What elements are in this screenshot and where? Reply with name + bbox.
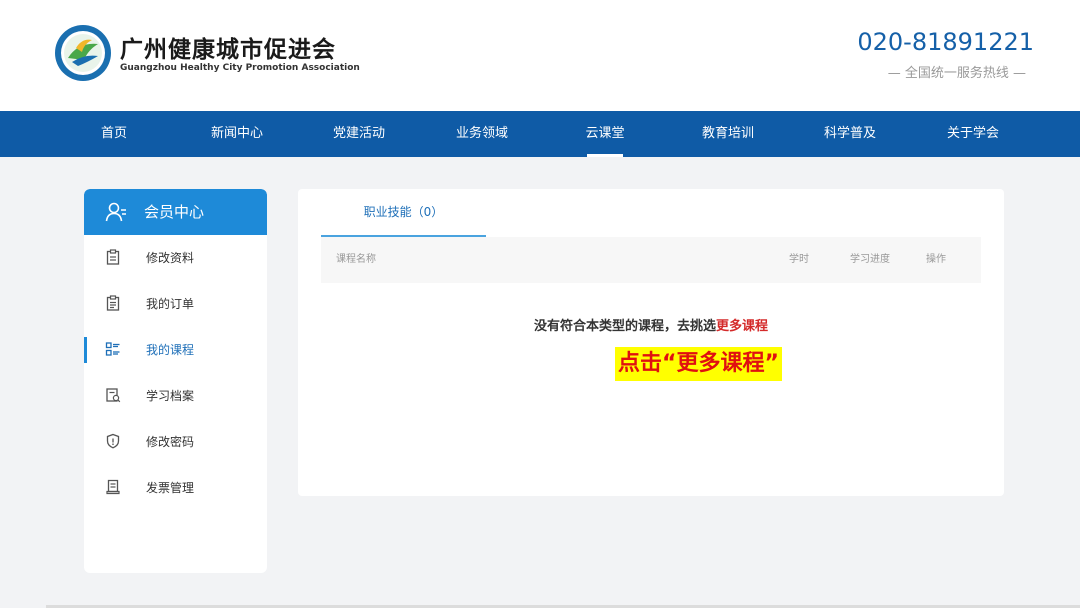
org-name: 广州健康城市促进会 [120, 37, 336, 63]
sidebar-item-change-password[interactable]: 修改密码 [84, 419, 267, 465]
column-progress: 学习进度 [850, 254, 890, 265]
more-courses-link[interactable]: 更多课程 [716, 319, 768, 334]
empty-state-message: 没有符合本类型的课程，去挑选更多课程 [298, 315, 1004, 334]
sidebar-item-label: 我的订单 [146, 297, 195, 311]
sidebar-item-edit-profile[interactable]: 修改资料 [84, 235, 267, 281]
course-table-header: 课程名称 学时 学习进度 操作 [321, 237, 981, 283]
invoice-icon [106, 479, 120, 495]
nav-item-science[interactable]: 科学普及 [800, 111, 900, 157]
nav-item-about[interactable]: 关于学会 [923, 111, 1023, 157]
sidebar-header: 会员中心 [84, 189, 267, 235]
empty-state-text: 没有符合本类型的课程，去挑选 [533, 319, 716, 334]
sidebar-title: 会员中心 [144, 203, 205, 221]
nav-item-education[interactable]: 教育培训 [678, 111, 778, 157]
archive-icon [106, 388, 121, 403]
course-list-icon [105, 342, 120, 356]
member-sidebar: 会员中心 修改资料 我的订单 我的课程 学习档案 修改密码 发票管理 [84, 189, 267, 573]
order-icon [106, 295, 120, 311]
instruction-callout: 点击“更多课程” [615, 347, 782, 381]
sidebar-item-label: 修改资料 [146, 251, 195, 265]
shield-icon [106, 433, 120, 449]
sidebar-item-label: 学习档案 [146, 389, 195, 403]
sidebar-item-label: 修改密码 [146, 435, 195, 449]
main-navbar: 首页 新闻中心 党建活动 业务领域 云课堂 教育培训 科学普及 关于学会 [0, 111, 1080, 157]
column-action: 操作 [926, 254, 946, 265]
nav-item-home[interactable]: 首页 [64, 111, 164, 157]
sidebar-item-label: 发票管理 [146, 481, 195, 495]
nav-item-cloud-classroom[interactable]: 云课堂 [555, 111, 655, 157]
site-header: 广州健康城市促进会 Guangzhou Healthy City Promoti… [0, 0, 1080, 111]
tab-vocational-skills[interactable]: 职业技能（0） [321, 189, 486, 237]
course-panel: 职业技能（0） 课程名称 学时 学习进度 操作 没有符合本类型的课程，去挑选更多… [298, 189, 1004, 496]
nav-item-business[interactable]: 业务领域 [432, 111, 532, 157]
sidebar-item-invoice-management[interactable]: 发票管理 [84, 465, 267, 511]
user-icon [105, 202, 126, 222]
column-hours: 学时 [789, 254, 809, 265]
association-logo-icon[interactable] [54, 24, 112, 82]
nav-item-party-activities[interactable]: 党建活动 [309, 111, 409, 157]
sidebar-item-my-orders[interactable]: 我的订单 [84, 281, 267, 327]
org-name-english: Guangzhou Healthy City Promotion Associa… [120, 63, 360, 73]
sidebar-item-my-courses[interactable]: 我的课程 [84, 327, 267, 373]
hotline-caption: — 全国统一服务热线 — [887, 66, 1026, 81]
sidebar-item-study-archive[interactable]: 学习档案 [84, 373, 267, 419]
clipboard-icon [106, 249, 120, 265]
sidebar-item-label: 我的课程 [146, 343, 195, 357]
nav-item-news[interactable]: 新闻中心 [187, 111, 287, 157]
hotline-number: 020-81891221 [857, 28, 1034, 56]
column-course-name: 课程名称 [336, 254, 376, 265]
